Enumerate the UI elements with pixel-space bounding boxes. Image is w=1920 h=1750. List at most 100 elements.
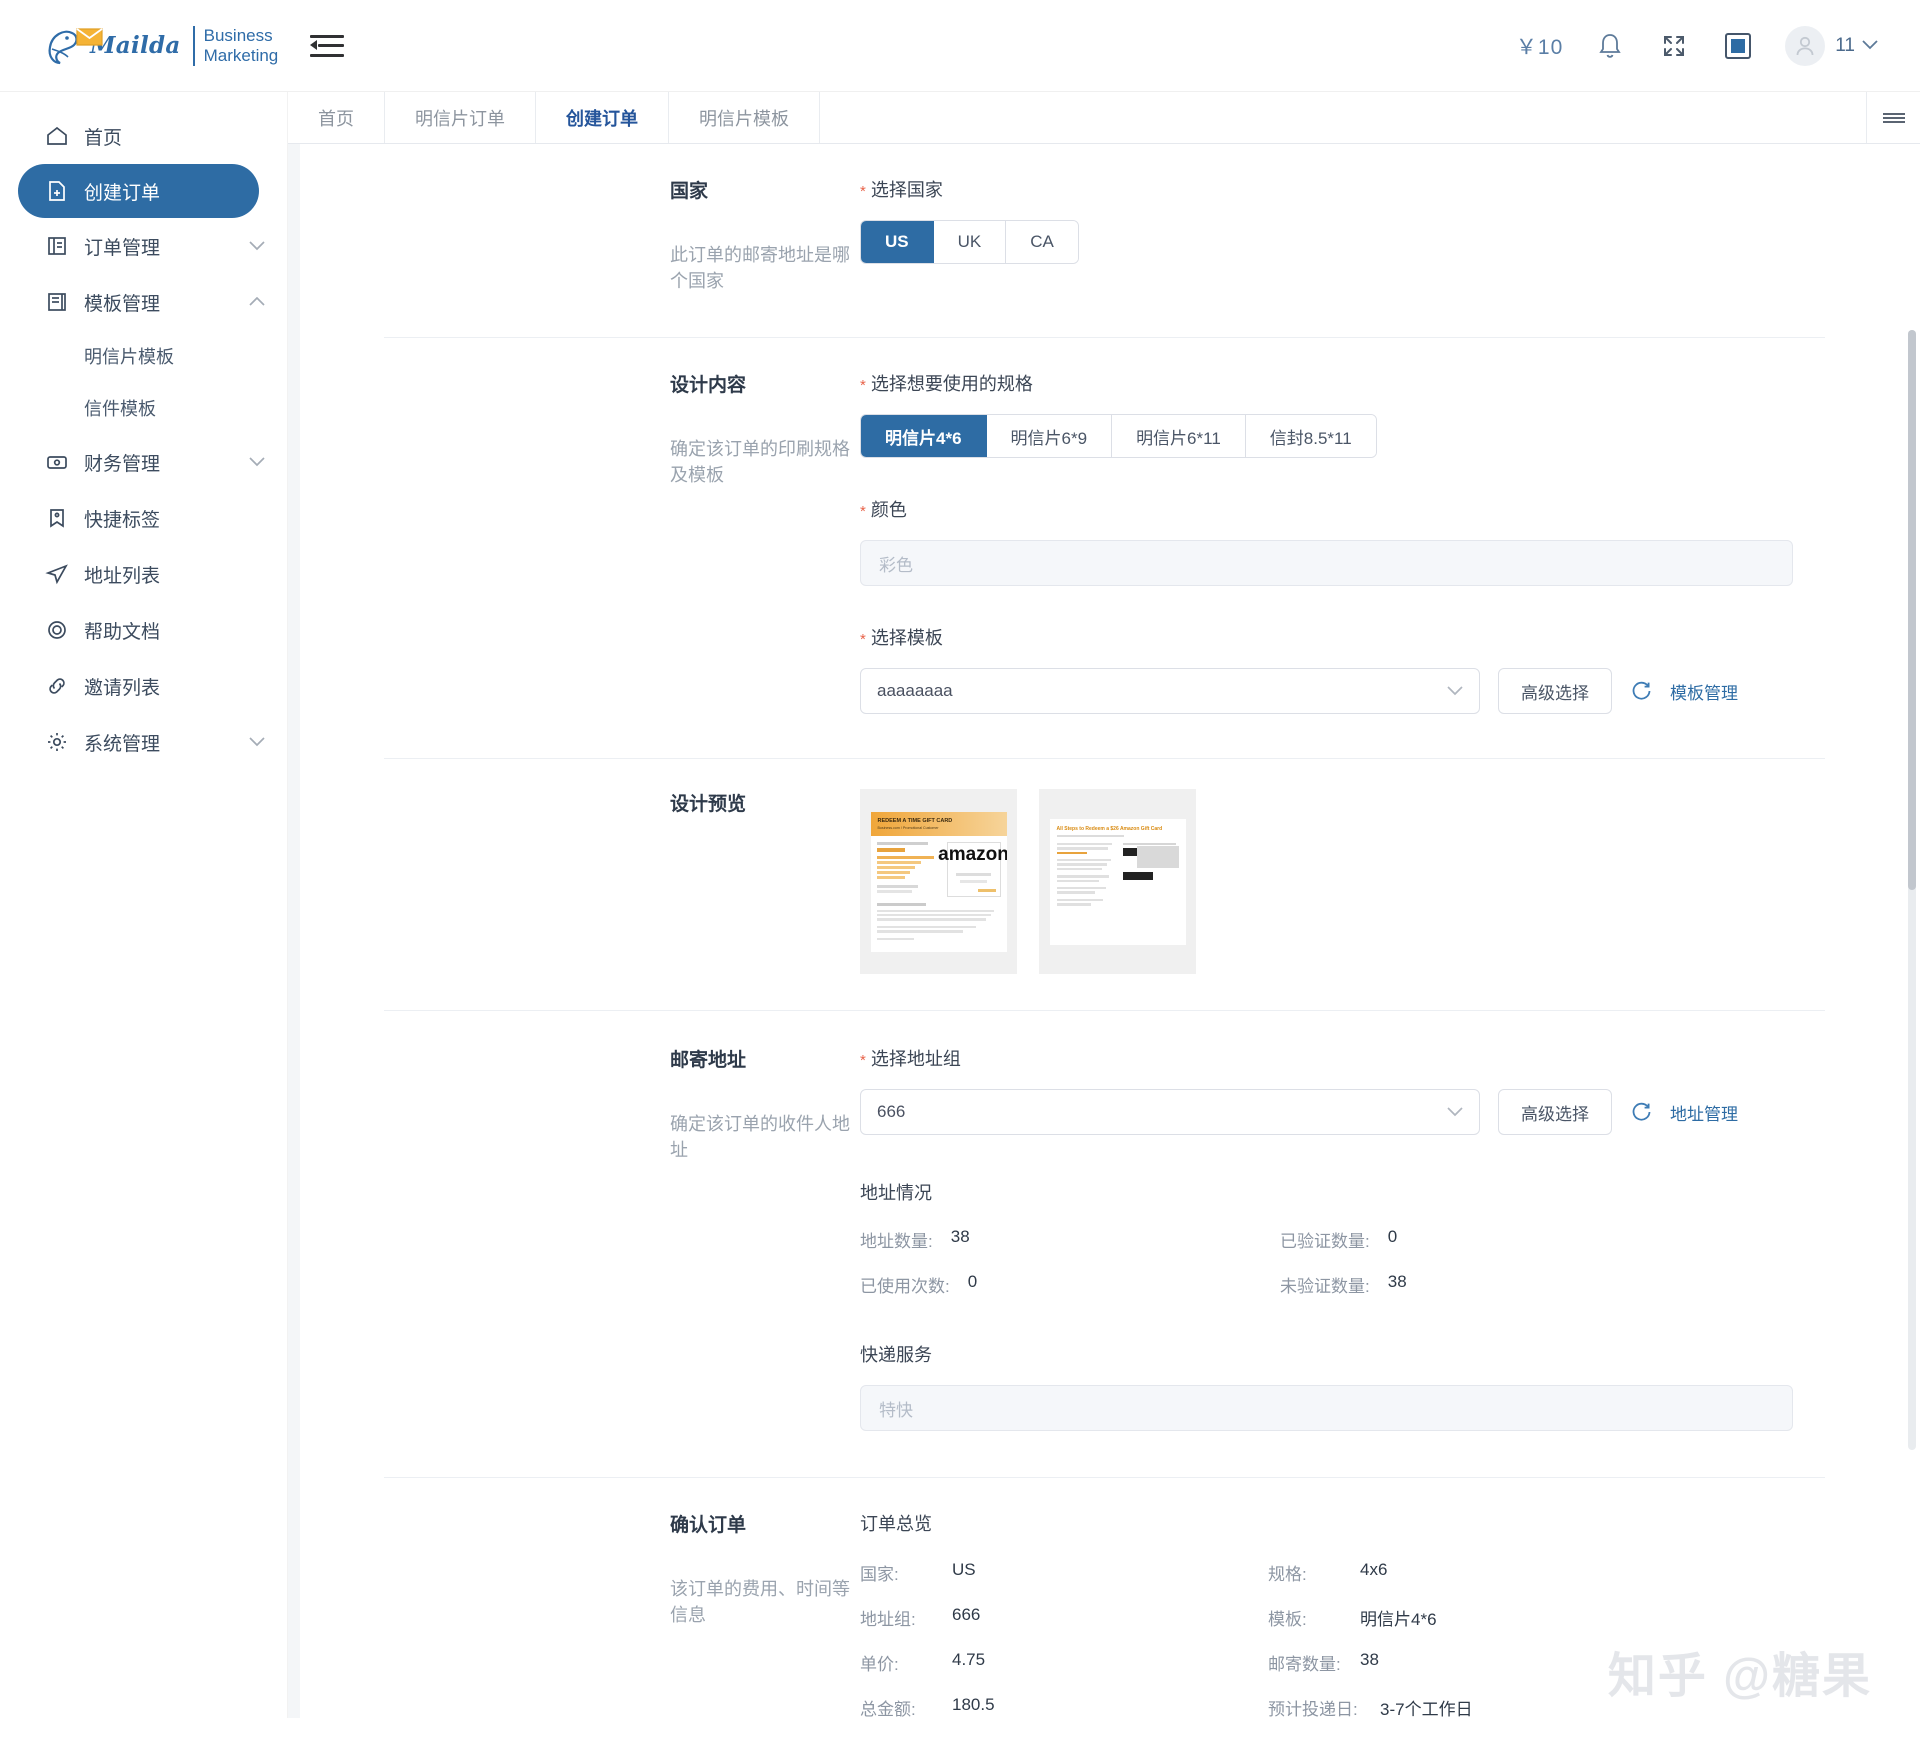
spec-option-postcard-4x6[interactable]: 明信片4*6 bbox=[861, 415, 987, 457]
tab-postcard-orders[interactable]: 明信片订单 bbox=[385, 92, 536, 143]
thumbnail-back[interactable]: All Steps to Redeem a $26 Amazon Gift Ca… bbox=[1039, 789, 1196, 974]
summary-value: 3-7个工作日 bbox=[1380, 1700, 1473, 1719]
sidebar-nav: 首页 创建订单 订单管理 模板管理 明信片模板 信件模板 财务管理 快捷标签 地… bbox=[0, 92, 288, 1750]
sidebar-item-invite-list[interactable]: 邀请列表 bbox=[0, 658, 287, 714]
sidebar-label: 订单管理 bbox=[84, 237, 161, 259]
sidebar-label: 地址列表 bbox=[84, 565, 161, 587]
summary-key: 国家: bbox=[860, 1565, 899, 1584]
sidebar-label: 系统管理 bbox=[84, 733, 161, 755]
theme-square-icon[interactable] bbox=[1721, 29, 1755, 63]
required-star: * bbox=[860, 377, 866, 394]
country-toggle-group[interactable]: US UK CA bbox=[860, 220, 1079, 264]
chevron-down-icon bbox=[1447, 1102, 1463, 1122]
address-management-link[interactable]: 地址管理 bbox=[1670, 1100, 1738, 1125]
collapse-menu-icon[interactable] bbox=[310, 33, 344, 59]
section-title: 国家 bbox=[670, 181, 709, 202]
order-summary-title: 订单总览 bbox=[860, 1514, 932, 1534]
section-desc: 确定该订单的收件人地址 bbox=[670, 1114, 850, 1160]
watermark: 知乎 @糖果 bbox=[1607, 1650, 1872, 1703]
sidebar-item-help-docs[interactable]: 帮助文档 bbox=[0, 602, 287, 658]
spec-option-envelope-85x11[interactable]: 信封8.5*11 bbox=[1245, 415, 1376, 457]
thumb-banner-sub: Business.com / Promotional Customer bbox=[877, 825, 939, 830]
spec-option-postcard-6x9[interactable]: 明信片6*9 bbox=[986, 415, 1113, 457]
stat-verified-count: 已验证数量: 0 bbox=[1280, 1227, 1700, 1252]
sidebar-item-create-order[interactable]: 创建订单 bbox=[18, 164, 259, 218]
bird-mail-logo-icon bbox=[44, 23, 106, 69]
summary-value: 180.5 bbox=[952, 1695, 995, 1714]
stat-value: 0 bbox=[1387, 1227, 1398, 1246]
tab-home[interactable]: 首页 bbox=[288, 92, 385, 143]
summary-value: 明信片4*6 bbox=[1360, 1610, 1437, 1629]
sidebar-item-address-list[interactable]: 地址列表 bbox=[0, 546, 287, 602]
field-label-text: 选择想要使用的规格 bbox=[870, 374, 1033, 394]
home-icon bbox=[44, 123, 70, 149]
sidebar-item-order-management[interactable]: 订单管理 bbox=[0, 218, 287, 274]
tab-options-icon[interactable] bbox=[1866, 92, 1920, 143]
help-circle-icon bbox=[44, 617, 70, 643]
sidebar-item-quick-tag[interactable]: 快捷标签 bbox=[0, 490, 287, 546]
sidebar-label: 邀请列表 bbox=[84, 677, 161, 699]
country-field-label: * 选择国家 bbox=[860, 176, 1860, 202]
sidebar-item-finance-management[interactable]: 财务管理 bbox=[0, 434, 287, 490]
wallet-icon bbox=[44, 449, 70, 475]
summary-key: 规格: bbox=[1268, 1565, 1307, 1584]
sidebar-subitem-letter-template[interactable]: 信件模板 bbox=[0, 382, 287, 434]
field-label-text: 选择模板 bbox=[870, 628, 943, 648]
thumbnail-front[interactable]: REDEEM A TIME GIFT CARD Business.com / P… bbox=[860, 789, 1017, 974]
shipping-service-input[interactable]: 特快 bbox=[860, 1385, 1793, 1431]
sidebar-label: 帮助文档 bbox=[84, 621, 161, 643]
chevron-down-icon bbox=[249, 235, 265, 257]
country-option-uk[interactable]: UK bbox=[933, 221, 1007, 263]
template-management-link[interactable]: 模板管理 bbox=[1670, 679, 1738, 704]
template-select[interactable]: aaaaaaaa bbox=[860, 668, 1480, 714]
stat-address-count: 地址数量: 38 bbox=[860, 1227, 1280, 1252]
address-group-select[interactable]: 666 bbox=[860, 1089, 1480, 1135]
tab-label: 创建订单 bbox=[566, 108, 638, 129]
chevron-down-icon bbox=[1447, 681, 1463, 701]
sidebar-item-home[interactable]: 首页 bbox=[0, 108, 287, 164]
refresh-icon[interactable] bbox=[1630, 1101, 1652, 1123]
summary-value: US bbox=[952, 1560, 976, 1579]
sidebar-subitem-postcard-template[interactable]: 明信片模板 bbox=[0, 330, 287, 382]
template-icon bbox=[44, 289, 70, 315]
color-input-value: 彩色 bbox=[879, 555, 913, 575]
color-input[interactable]: 彩色 bbox=[860, 540, 1793, 586]
tab-create-order[interactable]: 创建订单 bbox=[536, 92, 669, 143]
summary-template: 模板: 明信片4*6 bbox=[1268, 1605, 1860, 1630]
brand-line-1: Business bbox=[203, 26, 273, 46]
refresh-icon[interactable] bbox=[1630, 680, 1652, 702]
user-menu[interactable]: 11 bbox=[1785, 25, 1878, 66]
app-header: Mailda Business Marketing ￥10 11 bbox=[0, 0, 1920, 92]
template-advanced-select-button[interactable]: 高级选择 bbox=[1498, 668, 1612, 714]
field-label-text: 颜色 bbox=[870, 500, 907, 520]
spec-toggle-group[interactable]: 明信片4*6 明信片6*9 明信片6*11 信封8.5*11 bbox=[860, 414, 1377, 458]
summary-value: 4.75 bbox=[952, 1650, 986, 1669]
fullscreen-icon[interactable] bbox=[1657, 29, 1691, 63]
sidebar-item-template-management[interactable]: 模板管理 bbox=[0, 274, 287, 330]
brand-logo[interactable]: Mailda Business Marketing bbox=[0, 23, 278, 69]
spec-option-postcard-6x11[interactable]: 明信片6*11 bbox=[1112, 415, 1246, 457]
page-scrollbar-thumb[interactable] bbox=[1908, 330, 1916, 890]
sidebar-label: 创建订单 bbox=[84, 182, 161, 204]
address-group-field-label: * 选择地址组 bbox=[860, 1045, 1860, 1071]
brand-line-2: Marketing bbox=[203, 45, 279, 65]
address-stats-grid: 地址数量: 38 已验证数量: 0 已使用次数: 0 未验证数量: 38 bbox=[860, 1227, 1860, 1297]
shipping-field-label: 快递服务 bbox=[860, 1341, 1860, 1367]
country-option-us[interactable]: US bbox=[861, 221, 934, 263]
sidebar-label: 首页 bbox=[84, 127, 123, 149]
user-avatar-icon bbox=[1785, 25, 1826, 66]
main-content: 国家 此订单的邮寄地址是哪个国家 * 选择国家 US UK CA 设计内容 确定… bbox=[288, 144, 1920, 1750]
required-star: * bbox=[860, 631, 866, 648]
tab-postcard-template[interactable]: 明信片模板 bbox=[669, 92, 820, 143]
country-option-ca[interactable]: CA bbox=[1006, 221, 1078, 263]
address-advanced-select-button[interactable]: 高级选择 bbox=[1498, 1089, 1612, 1135]
user-name-label: 11 bbox=[1835, 34, 1855, 56]
account-balance[interactable]: ￥10 bbox=[1516, 31, 1563, 61]
stat-used-count: 已使用次数: 0 bbox=[860, 1272, 1280, 1297]
sidebar-label: 快捷标签 bbox=[84, 509, 161, 531]
tag-icon bbox=[44, 505, 70, 531]
field-label-text: 快递服务 bbox=[860, 1345, 932, 1365]
sidebar-item-system-management[interactable]: 系统管理 bbox=[0, 714, 287, 770]
summary-spec: 规格: 4x6 bbox=[1268, 1560, 1860, 1585]
bell-icon[interactable] bbox=[1593, 29, 1627, 63]
